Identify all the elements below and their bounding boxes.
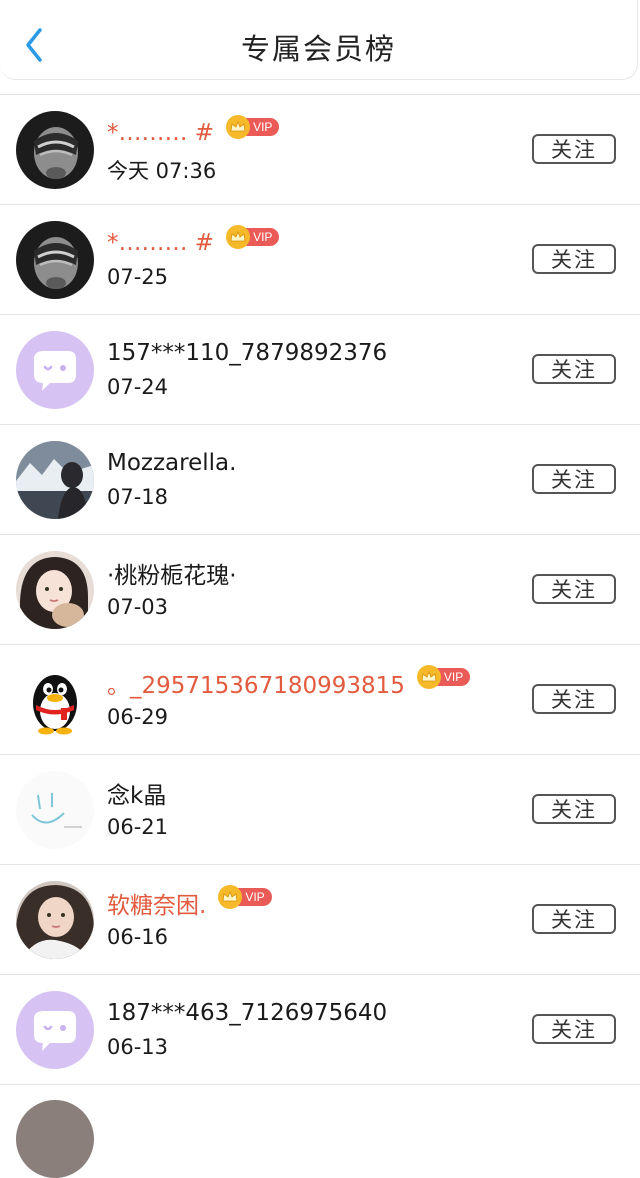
- list-item[interactable]: 187***463_7126975640 06-13 关注: [0, 975, 640, 1085]
- girl-photo-avatar[interactable]: [16, 551, 94, 629]
- follow-button[interactable]: 关注: [532, 244, 616, 274]
- name-line: *……… # VIP: [107, 115, 280, 149]
- vip-badge: VIP: [226, 115, 280, 139]
- girl-photo-avatar-2[interactable]: [16, 881, 94, 959]
- member-name[interactable]: 念k晶: [107, 776, 166, 810]
- list-item[interactable]: 软糖奈困. VIP 06-16 关注: [0, 865, 640, 975]
- list-item[interactable]: *……… # VIP 07-25 关注: [0, 205, 640, 315]
- member-name[interactable]: *……… #: [107, 230, 214, 256]
- name-line: 念k晶: [107, 777, 166, 809]
- member-time: 今天 07:36: [107, 159, 217, 183]
- crown-badge-icon: [226, 115, 251, 139]
- dark-photo-avatar[interactable]: [16, 221, 94, 299]
- dark-photo-avatar[interactable]: [16, 111, 94, 189]
- vip-badge: VIP: [416, 665, 471, 689]
- crown-icon: [421, 671, 437, 682]
- member-name[interactable]: Mozzarella.: [107, 450, 236, 476]
- crown-badge-icon: [416, 665, 441, 689]
- member-time: 07-18: [107, 485, 169, 509]
- follow-button[interactable]: 关注: [532, 464, 616, 494]
- member-time: 06-21: [107, 815, 169, 839]
- list-item[interactable]: 157***110_7879892376 07-24 关注: [0, 315, 640, 425]
- name-line: *……… # VIP: [107, 225, 280, 259]
- chat-bubble-avatar[interactable]: [16, 991, 94, 1069]
- member-name[interactable]: *……… #: [107, 120, 214, 146]
- crown-icon: [230, 231, 246, 242]
- list-item[interactable]: ·桃粉栀花瑰· 07-03 关注: [0, 535, 640, 645]
- header-bar: 专属会员榜: [0, 0, 638, 80]
- landscape-photo-avatar[interactable]: [16, 441, 94, 519]
- follow-button[interactable]: 关注: [532, 354, 616, 384]
- follow-button[interactable]: 关注: [532, 574, 616, 604]
- member-time: 06-29: [107, 705, 169, 729]
- list-item[interactable]: Mozzarella. 07-18 关注: [0, 425, 640, 535]
- name-line: 157***110_7879892376: [107, 337, 387, 369]
- member-name[interactable]: 187***463_7126975640: [107, 1000, 387, 1026]
- name-line: 187***463_7126975640: [107, 997, 387, 1029]
- member-name[interactable]: 157***110_7879892376: [107, 340, 387, 366]
- member-time: 07-25: [107, 265, 169, 289]
- avatar[interactable]: [16, 1100, 94, 1178]
- follow-button[interactable]: 关注: [532, 794, 616, 824]
- list-item[interactable]: 。_295715367180993815 VIP 06-29 关注: [0, 645, 640, 755]
- page-title: 专属会员榜: [240, 32, 396, 66]
- vip-badge: VIP: [226, 225, 280, 249]
- follow-button[interactable]: 关注: [532, 1014, 616, 1044]
- name-line: Mozzarella.: [107, 447, 236, 479]
- crown-badge-icon: [226, 225, 251, 249]
- member-time: 06-13: [107, 1035, 169, 1059]
- member-list: *……… # VIP 今天 07:36 关注 *……… # VIP 07-25 关注 1…: [0, 94, 640, 1085]
- member-name[interactable]: ·桃粉栀花瑰·: [107, 556, 237, 590]
- qq-penguin-avatar[interactable]: [16, 661, 94, 739]
- name-line: 软糖奈困. VIP: [107, 885, 272, 920]
- member-time: 07-24: [107, 375, 169, 399]
- crown-icon: [222, 891, 238, 902]
- vip-badge: VIP: [218, 885, 272, 909]
- chat-bubble-avatar[interactable]: [16, 331, 94, 409]
- follow-button[interactable]: 关注: [532, 684, 616, 714]
- member-time: 06-16: [107, 925, 169, 949]
- follow-button[interactable]: 关注: [532, 134, 616, 164]
- name-line: ·桃粉栀花瑰·: [107, 557, 237, 589]
- list-item[interactable]: 念k晶 06-21 关注: [0, 755, 640, 865]
- member-time: 07-03: [107, 595, 169, 619]
- member-name[interactable]: 。_295715367180993815: [107, 666, 405, 700]
- member-name[interactable]: 软糖奈困.: [107, 886, 206, 920]
- follow-button[interactable]: 关注: [532, 904, 616, 934]
- crown-icon: [230, 121, 246, 132]
- list-item[interactable]: *……… # VIP 今天 07:36 关注: [0, 95, 640, 205]
- name-line: 。_295715367180993815 VIP: [107, 665, 471, 700]
- sketch-avatar[interactable]: [16, 771, 94, 849]
